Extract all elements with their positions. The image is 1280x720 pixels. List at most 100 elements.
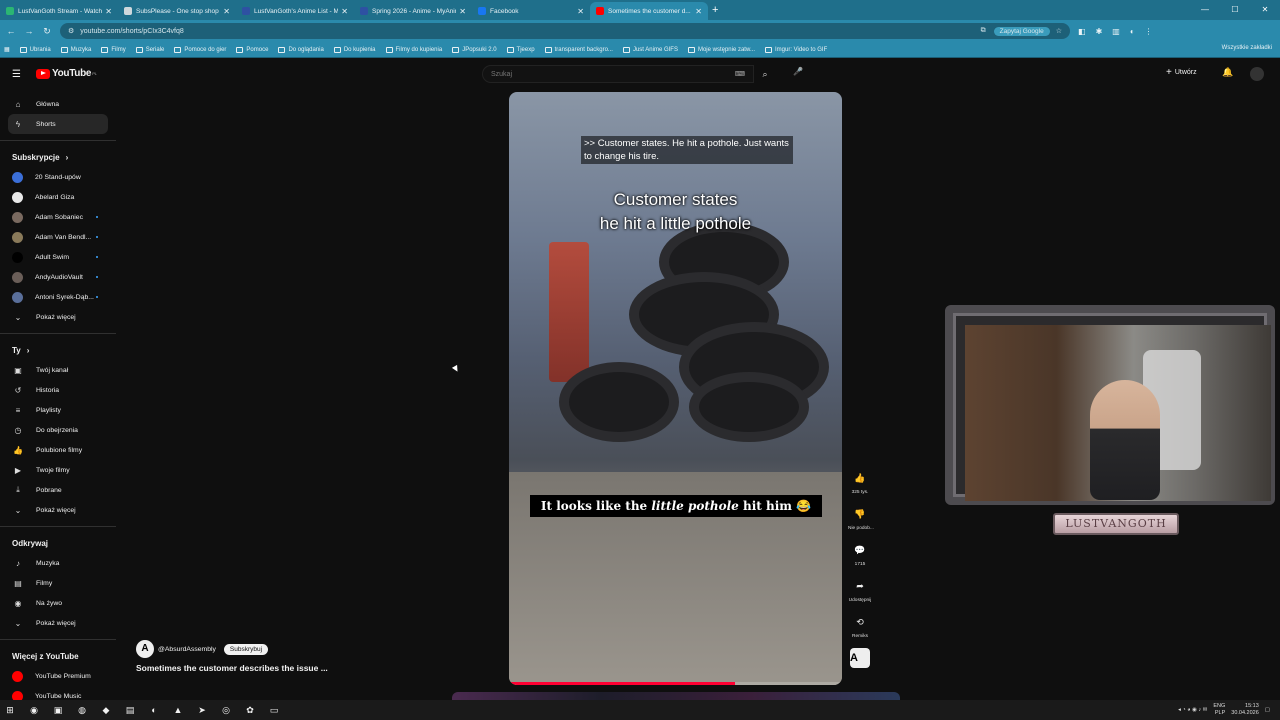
comment-button[interactable]: 💬 1715 [848, 540, 872, 567]
bookmark-item[interactable]: Seriale [135, 46, 164, 53]
bookmark-item[interactable]: Filmy [101, 46, 126, 53]
app-taskbar-icon[interactable]: ▣ [48, 700, 68, 720]
sidebar-item-you[interactable]: ▣ Twój kanał [0, 360, 116, 380]
bookmark-item[interactable]: Filmy do kupienia [385, 46, 442, 53]
clock[interactable]: 15:13 30.04.2026 [1231, 703, 1259, 717]
browser-tab[interactable]: SubsPlease - One stop shop fo...✕ [118, 2, 236, 20]
app-taskbar-icon[interactable]: ◍ [72, 700, 92, 720]
bookmark-item[interactable]: Tjeexp [506, 46, 535, 53]
bookmark-item[interactable]: Pomoce do gier [174, 46, 226, 53]
show-more-button[interactable]: ⌄ Pokaż więcej [0, 500, 116, 520]
youtube-product-item[interactable]: YouTube Premium [0, 666, 116, 686]
tab-close-icon[interactable]: ✕ [695, 7, 702, 16]
url-field[interactable]: ⚙ youtube.com/shorts/pCIx3C4vfq8 ⧉ Zapyt… [60, 23, 1070, 39]
extension-icon[interactable]: ◧ [1078, 27, 1086, 36]
subscription-item[interactable]: Adam Sobaniec [0, 207, 116, 227]
subscription-item[interactable]: Adult Swim [0, 247, 116, 267]
notification-center-icon[interactable]: ▢ [1265, 707, 1270, 713]
close-window-button[interactable]: ✕ [1250, 0, 1280, 20]
all-bookmarks-link[interactable]: Wszystkie zakładki [1222, 45, 1272, 51]
notifications-bell-icon[interactable]: 🔔 [1222, 67, 1233, 78]
forward-icon[interactable]: → [22, 26, 36, 36]
bookmark-item[interactable]: Moje wstępnie zatw... [687, 46, 755, 53]
app-taskbar-icon[interactable]: ◐ [144, 700, 164, 720]
subscription-item[interactable]: 20 Stand-upów [0, 167, 116, 187]
sidebar-section-header[interactable]: Ty › [0, 340, 116, 360]
app-taskbar-icon[interactable]: ▲ [168, 700, 188, 720]
telegram-taskbar-icon[interactable]: ➤ [192, 700, 212, 720]
site-info-icon[interactable]: ⚙ [68, 27, 74, 35]
sidebar-item-you[interactable]: ↺ Historia [0, 380, 116, 400]
chrome-taskbar-icon[interactable]: ◉ [24, 700, 44, 720]
sidebar-icon[interactable]: ▥ [1112, 27, 1120, 36]
search-input[interactable]: Szukaj ⌨ [482, 65, 754, 83]
sidebar-item-you[interactable]: ≡ Playlisty [0, 400, 116, 420]
account-avatar[interactable] [1250, 67, 1264, 81]
bookmark-item[interactable]: JPopsuki 2.0 [452, 46, 497, 53]
share-button[interactable]: ➦ Udostępnij [848, 576, 872, 603]
microphone-icon[interactable]: 🎤 [790, 67, 806, 81]
youtube-logo[interactable]: YouTube PL [36, 68, 97, 79]
reload-icon[interactable]: ↻ [40, 26, 54, 37]
channel-logo-thumbnail[interactable]: A [850, 648, 870, 668]
channel-name[interactable]: @AbsurdAssembly [158, 646, 216, 653]
back-icon[interactable]: ← [4, 26, 18, 36]
app-taskbar-icon[interactable]: ◆ [96, 700, 116, 720]
sidebar-item-explore[interactable]: ▤ Filmy [0, 573, 116, 593]
tab-close-icon[interactable]: ✕ [223, 7, 230, 16]
browser-tab[interactable]: Facebook ✕ [472, 2, 590, 20]
extensions-puzzle-icon[interactable]: ✱ [1096, 27, 1103, 36]
install-icon[interactable]: ⧉ [981, 27, 986, 35]
menu-kebab-icon[interactable]: ⋮ [1145, 27, 1153, 36]
tab-close-icon[interactable]: ✕ [341, 7, 348, 16]
tab-close-icon[interactable]: ✕ [577, 7, 584, 16]
bookmark-star-icon[interactable]: ☆ [1056, 27, 1062, 35]
bookmark-item[interactable]: Ubrania [19, 46, 51, 53]
app-taskbar-icon[interactable]: ◎ [216, 700, 236, 720]
app-taskbar-icon[interactable]: ▤ [120, 700, 140, 720]
remix-button[interactable]: ⟲ Remiks [848, 612, 872, 639]
sidebar-item-główna[interactable]: ⌂ Główna [0, 94, 116, 114]
bookmark-item[interactable]: Do oglądania [278, 46, 324, 53]
sidebar-item-shorts[interactable]: ϟ Shorts [8, 114, 108, 134]
sidebar-item-explore[interactable]: ◉ Na żywo [0, 593, 116, 613]
dislike-button[interactable]: 👎 Nie podob... [848, 504, 874, 531]
search-icon[interactable]: ⌕ [754, 65, 776, 83]
maximize-button[interactable]: ☐ [1220, 0, 1250, 20]
tray-icons[interactable]: ◂ ◔ ◕ ◉ ♪ ✉ [1178, 707, 1207, 713]
sidebar-section-header[interactable]: Odkrywaj [0, 533, 116, 553]
subscription-item[interactable]: Adam Van Bendl... [0, 227, 116, 247]
sidebar-section-header[interactable]: Więcej z YouTube [0, 646, 116, 666]
hamburger-menu-icon[interactable]: ☰ [12, 69, 21, 80]
sidebar-item-explore[interactable]: ♪ Muzyka [0, 553, 116, 573]
new-tab-button[interactable]: + [712, 4, 718, 16]
shorts-video-player[interactable]: >> Customer states. He hit a pothole. Ju… [509, 92, 842, 685]
short-title[interactable]: Sometimes the customer describes the iss… [136, 663, 328, 673]
like-button[interactable]: 👍 325 tys. [848, 468, 872, 495]
browser-tab[interactable]: LustVanGoth's Anime List - My... ✕ [236, 2, 354, 20]
apps-grid-icon[interactable]: ▦ [4, 46, 10, 53]
bookmark-item[interactable]: Do kupienia [333, 46, 376, 53]
folder-taskbar-icon[interactable]: ▭ [264, 700, 284, 720]
bookmark-item[interactable]: Pomoce [236, 46, 268, 53]
sidebar-item-you[interactable]: 👍 Polubione filmy [0, 440, 116, 460]
bookmark-item[interactable]: Muzyka [60, 46, 91, 53]
video-progress-bar[interactable] [509, 682, 842, 685]
show-more-button[interactable]: ⌄ Pokaż więcej [0, 613, 116, 633]
sidebar-item-you[interactable]: ⤓ Pobrane [0, 480, 116, 500]
subscription-item[interactable]: Abelard Giza [0, 187, 116, 207]
subscribe-button[interactable]: Subskrybuj [223, 643, 269, 655]
sidebar-item-you[interactable]: ▶ Twoje filmy [0, 460, 116, 480]
sidebar-section-header[interactable]: Subskrypcje › [0, 147, 116, 167]
tab-close-icon[interactable]: ✕ [459, 7, 466, 16]
bookmark-item[interactable]: transparent backgro... [544, 46, 613, 53]
browser-tab[interactable]: Spring 2026 - Anime - MyAnim... ✕ [354, 2, 472, 20]
bookmark-item[interactable]: Just Anime GIFS [622, 46, 678, 53]
keyboard-icon[interactable]: ⌨ [735, 70, 745, 78]
subscription-item[interactable]: AndyAudioVault [0, 267, 116, 287]
ask-google-button[interactable]: Zapytaj Google [993, 26, 1050, 36]
show-more-button[interactable]: ⌄ Pokaż więcej [0, 307, 116, 327]
sidebar-item-you[interactable]: ◷ Do obejrzenia [0, 420, 116, 440]
language-indicator[interactable]: ENG PLP [1213, 703, 1225, 717]
subscription-item[interactable]: Antoni Syrek-Dąb... [0, 287, 116, 307]
